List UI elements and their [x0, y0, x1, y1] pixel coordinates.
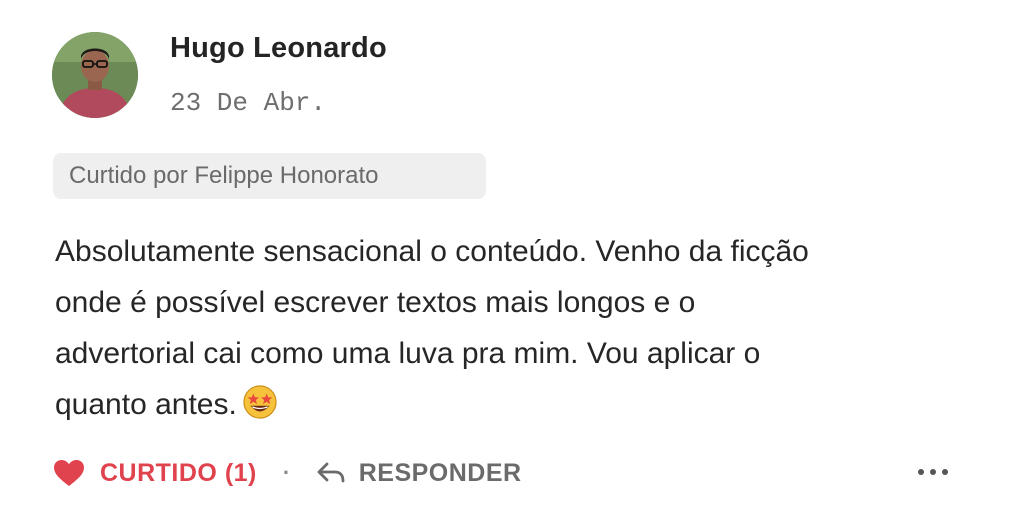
comment-line: Absolutamente sensacional o conteúdo. Ve… [55, 235, 809, 268]
comment-body: Absolutamente sensacional o conteúdo. Ve… [55, 226, 975, 430]
ellipsis-icon [942, 469, 948, 475]
comment-line: onde é possível escrever textos mais lon… [55, 286, 696, 319]
action-separator: · [282, 460, 291, 485]
reply-arrow-icon [317, 462, 345, 483]
more-options-button[interactable] [918, 462, 948, 482]
author-name[interactable]: Hugo Leonardo [170, 32, 387, 65]
avatar[interactable] [52, 32, 138, 118]
comment-date: 23 De Abr. [170, 88, 327, 118]
liked-by-badge: Curtido por Felippe Honorato [53, 153, 486, 199]
comment-last-line: quanto antes. [55, 379, 975, 430]
reply-button[interactable]: RESPONDER [317, 459, 522, 488]
liked-by-text: Curtido por Felippe Honorato [69, 162, 379, 189]
ellipsis-icon [918, 469, 924, 475]
comment-actions: CURTIDO (1) · RESPONDER [54, 452, 954, 494]
comment-line: advertorial cai como uma luva pra mim. V… [55, 337, 761, 370]
comment-line: quanto antes. [55, 388, 237, 421]
like-button[interactable]: CURTIDO (1) [54, 459, 257, 488]
heart-icon [54, 459, 84, 486]
like-label: CURTIDO (1) [100, 458, 257, 487]
ellipsis-icon [930, 469, 936, 475]
reply-label: RESPONDER [358, 458, 522, 487]
star-struck-emoji-icon [243, 385, 277, 419]
avatar-photo [52, 32, 138, 118]
